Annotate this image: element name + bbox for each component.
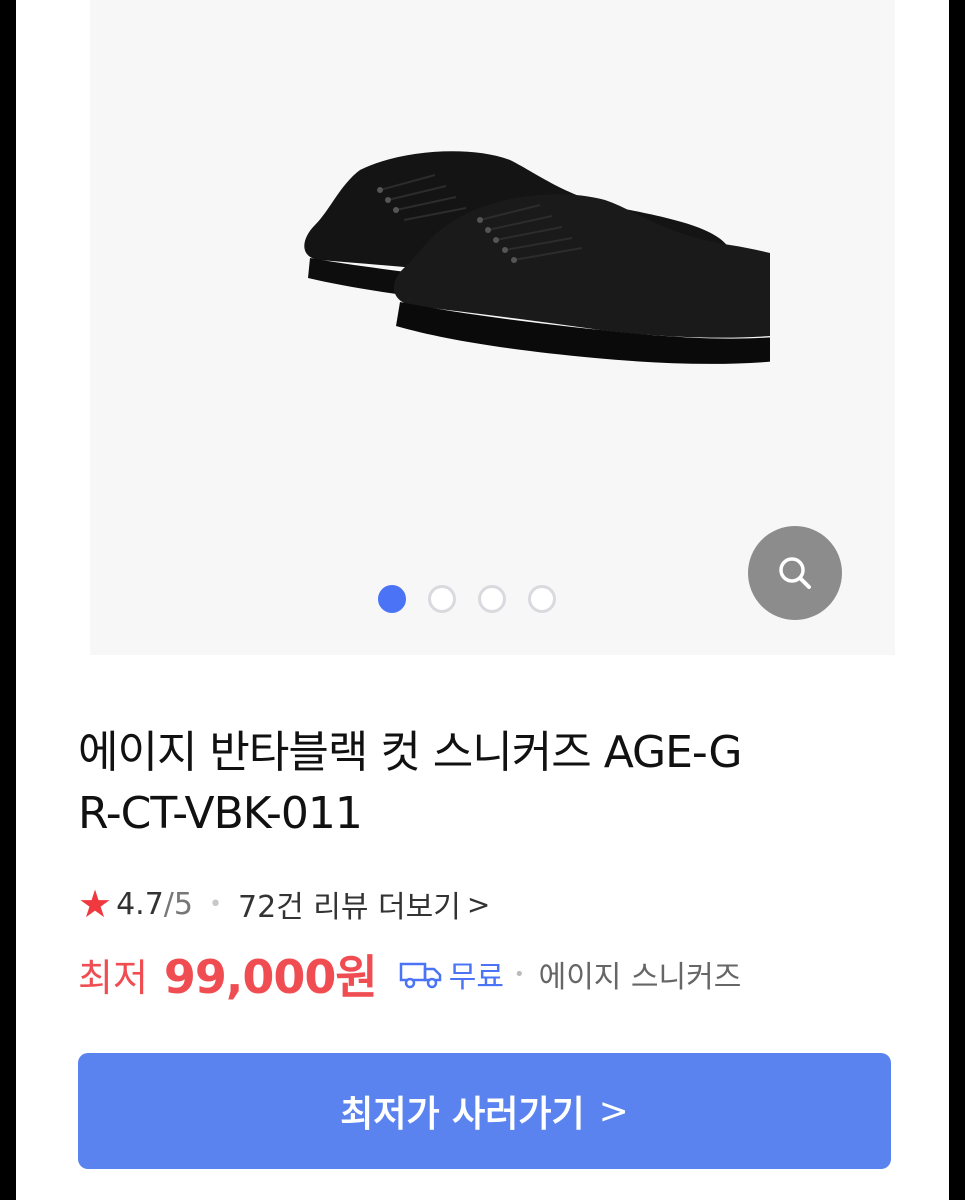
- shipping-label: 무료: [448, 960, 504, 995]
- carousel-dot-4[interactable]: [527, 585, 556, 613]
- star-icon: ★: [78, 882, 113, 926]
- search-icon: [779, 557, 811, 589]
- price-row: 최저 99,000원 무료 • 에이지 스니커즈: [78, 942, 741, 1006]
- truck-icon: [399, 962, 442, 989]
- seller-separator: •: [513, 963, 525, 985]
- rating-value: 4.7: [116, 886, 164, 922]
- zoom-button[interactable]: [748, 526, 842, 620]
- chevron-right-icon[interactable]: >: [467, 888, 490, 921]
- page: 에이지 반타블랙 컷 스니커즈 AGE-G R-CT-VBK-011 ★ 4.7…: [0, 0, 965, 1200]
- product-title-line2: R-CT-VBK-011: [78, 788, 363, 839]
- product-title: 에이지 반타블랙 컷 스니커즈 AGE-G R-CT-VBK-011: [78, 722, 898, 844]
- carousel-dot-2[interactable]: [427, 585, 456, 613]
- carousel-dot-3[interactable]: [477, 585, 506, 613]
- price-value: 99,000원: [163, 950, 378, 1004]
- shipping-info: 무료: [399, 952, 504, 996]
- carousel-dots: [64, 585, 869, 613]
- product-card: 에이지 반타블랙 컷 스니커즈 AGE-G R-CT-VBK-011 ★ 4.7…: [16, 0, 949, 1200]
- carousel-dot-1[interactable]: [377, 585, 406, 613]
- reviews-link[interactable]: 72건 리뷰 더보기: [238, 882, 461, 926]
- rating-separator: •: [209, 891, 222, 917]
- product-image: [304, 151, 770, 364]
- seller-name[interactable]: 에이지 스니커즈: [539, 952, 742, 996]
- product-title-line1: 에이지 반타블랙 컷 스니커즈 AGE-G: [78, 727, 743, 778]
- rating-row: ★ 4.7 /5 • 72건 리뷰 더보기 >: [78, 882, 490, 926]
- chevron-right-icon: >: [598, 1090, 629, 1132]
- buy-lowest-price-button[interactable]: 최저가 사러가기 >: [78, 1053, 891, 1169]
- buy-button-label: 최저가 사러가기: [340, 1094, 585, 1135]
- price-label: 최저: [78, 955, 148, 1000]
- image-gallery[interactable]: [90, 0, 895, 655]
- rating-max: /5: [163, 886, 193, 922]
